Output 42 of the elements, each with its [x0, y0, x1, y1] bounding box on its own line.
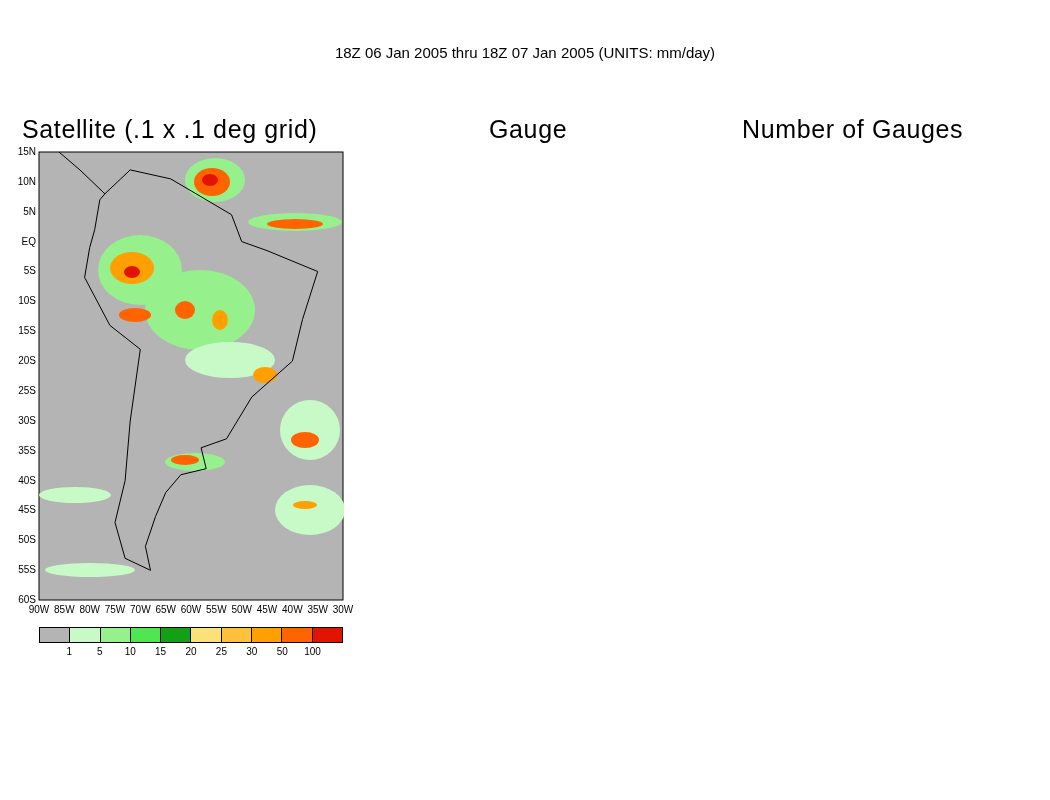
latitude-label: 15N	[16, 146, 36, 158]
latitude-label: 10S	[17, 295, 36, 308]
latitude-label: 30S	[17, 414, 36, 427]
latitude-label: 15S	[17, 325, 36, 338]
latitude-label: 10N	[16, 175, 36, 188]
latitude-label: 55S	[17, 564, 36, 577]
latitude-label: 20S	[17, 355, 36, 368]
latitude-label: 45S	[17, 504, 36, 517]
longitude-label: 55W	[205, 604, 228, 616]
legend-label: 50	[275, 646, 289, 658]
latitude-label: 60S	[17, 594, 36, 605]
legend-label: 5	[96, 646, 104, 658]
longitude-label: 45W	[255, 604, 279, 616]
latitude-label: 5N	[22, 205, 36, 218]
longitude-label: 90W	[27, 604, 51, 616]
latitude-label: EQ	[20, 235, 36, 248]
longitude-label: 65W	[154, 604, 177, 616]
panel-title: Satellite (.1 x .1 deg grid)	[22, 114, 318, 144]
latitude-label: 35S	[17, 444, 36, 457]
latitude-label: 5S	[22, 265, 36, 278]
legend-label: 10	[123, 646, 137, 658]
longitude-label: 40W	[281, 604, 304, 616]
longitude-label: 85W	[53, 604, 76, 616]
longitude-label: 75W	[103, 604, 127, 616]
latitude-label: 40S	[17, 474, 36, 487]
plot-title: 18Z 06 Jan 2005 thru 18Z 07 Jan 2005 (UNITS: mm/day)	[334, 44, 716, 61]
panel-title: Gauge	[489, 114, 568, 144]
panel-title: Number of Gauges	[742, 114, 964, 144]
longitude-label: 30W	[331, 604, 355, 616]
legend-label: 100	[303, 646, 322, 658]
longitude-label: 70W	[129, 604, 152, 616]
longitude-label: 50W	[230, 604, 253, 616]
legend-label: 20	[184, 646, 198, 658]
legend-label: 15	[154, 646, 168, 658]
legend-label: 25	[214, 646, 228, 658]
legend-label: 1	[65, 646, 74, 658]
longitude-label: 35W	[306, 604, 329, 616]
longitude-label: 80W	[78, 604, 101, 616]
longitude-label: 60W	[179, 604, 203, 616]
latitude-label: 25S	[17, 384, 36, 397]
legend-label: 30	[245, 646, 259, 658]
latitude-label: 50S	[17, 534, 36, 547]
